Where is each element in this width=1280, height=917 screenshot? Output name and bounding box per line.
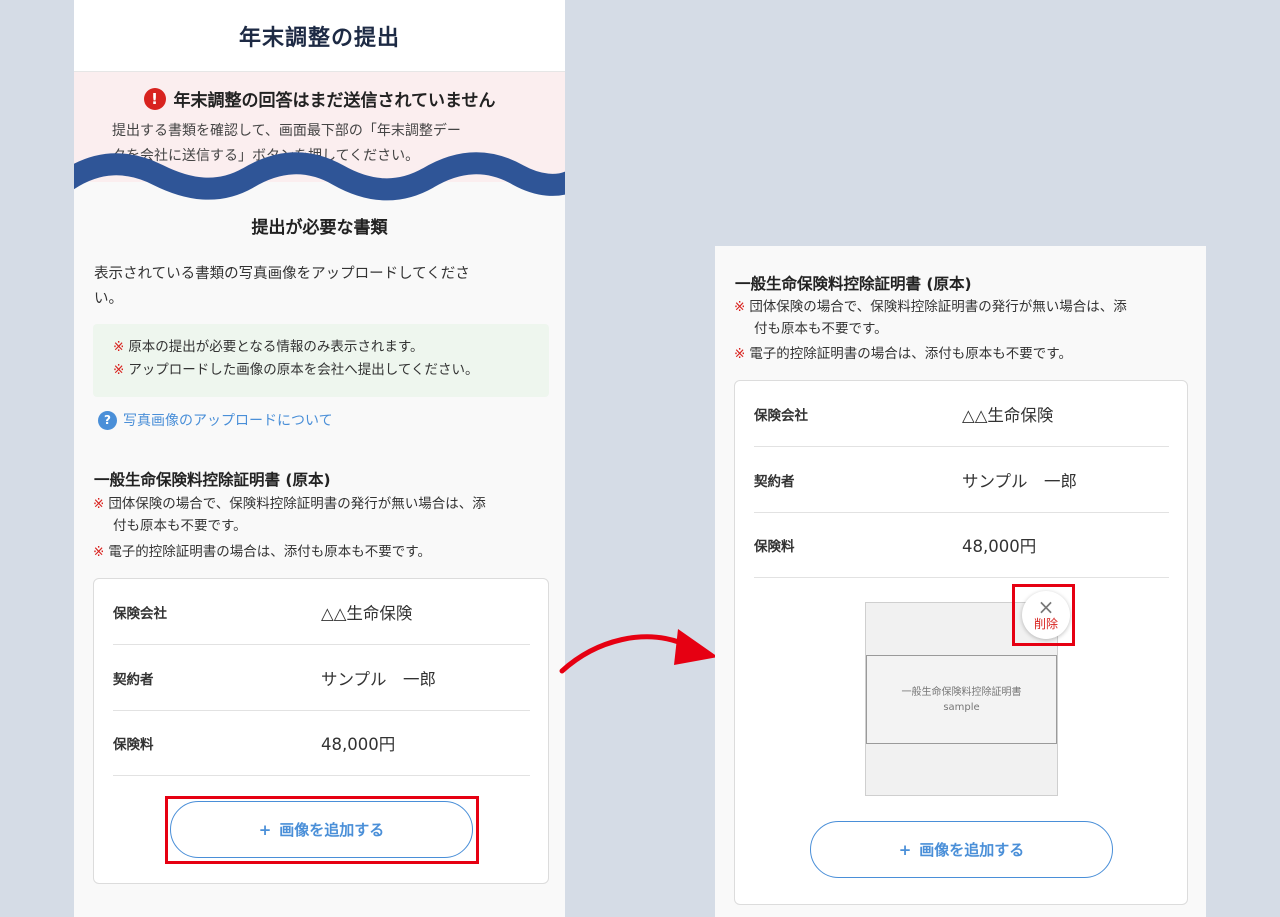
info-row-policyholder: 契約者 サンプル 一郎 [113, 645, 530, 711]
question-icon: ? [98, 410, 117, 430]
row-value: △△生命保険 [321, 603, 413, 623]
document-title: 一般生命保険料控除証明書 (原本) [735, 275, 972, 293]
info-note-box: ※ 原本の提出が必要となる情報のみ表示されます。 ※ アップロードした画像の原本を会… [93, 324, 549, 397]
document-note-1: ※ 団体保険の場合で、保険料控除証明書の発行が無い場合は、添 付も原本も不要です。 [734, 296, 1127, 340]
asterisk-mark: ※ [113, 362, 125, 378]
sample-document-image: 一般生命保険料控除証明書 sample [866, 655, 1057, 744]
alert-title-row: ! 年末調整の回答はまだ送信されていません [94, 86, 545, 111]
note-text: 原本の提出が必要となる情報のみ表示されます。 [128, 339, 424, 355]
asterisk-mark: ※ [734, 346, 746, 362]
wave-divider [74, 152, 565, 201]
section-description-line1: 表示されている書類の写真画像をアップロードしてくださ [94, 266, 470, 282]
add-image-label: 画像を追加する [919, 841, 1025, 859]
document-note-2-text: 電子的控除証明書の場合は、添付も原本も不要です。 [108, 544, 431, 560]
add-image-button[interactable]: + 画像を追加する [810, 821, 1113, 878]
row-label: 保険料 [754, 539, 795, 555]
document-card: 保険会社 △△生命保険 契約者 サンプル 一郎 保険料 48,000円 一般生命… [734, 380, 1188, 905]
document-note-2-text: 電子的控除証明書の場合は、添付も原本も不要です。 [749, 346, 1072, 362]
row-value: 48,000円 [321, 735, 396, 754]
note-item: ※ 原本の提出が必要となる情報のみ表示されます。 [113, 336, 549, 359]
info-row-policyholder: 契約者 サンプル 一郎 [754, 447, 1169, 513]
exclamation-icon: ! [143, 87, 166, 110]
document-title: 一般生命保険料控除証明書 (原本) [94, 471, 331, 489]
row-value: サンプル 一郎 [962, 471, 1078, 491]
section-title: 提出が必要な書類 [251, 218, 388, 238]
document-note-2: ※ 電子的控除証明書の場合は、添付も原本も不要です。 [93, 541, 431, 563]
asterisk-mark: ※ [113, 339, 125, 355]
row-label: 契約者 [754, 473, 795, 490]
highlight-box-add-button [165, 796, 479, 864]
document-note-1-line1: 団体保険の場合で、保険料控除証明書の発行が無い場合は、添 [749, 299, 1127, 315]
help-link[interactable]: ? 写真画像のアップロードについて [98, 410, 333, 430]
right-panel: 一般生命保険料控除証明書 (原本) ※ 団体保険の場合で、保険料控除証明書の発行が… [715, 246, 1206, 917]
note-text: アップロードした画像の原本を会社へ提出してください。 [128, 362, 479, 378]
document-note-1-line2: 付も原本も不要です。 [754, 321, 888, 337]
highlight-box-delete-button [1012, 584, 1075, 646]
section-description-line2: い。 [94, 291, 123, 307]
page-header: 年末調整の提出 [74, 0, 565, 72]
info-row-premium: 保険料 48,000円 [754, 513, 1169, 578]
document-note-1-line2: 付も原本も不要です。 [113, 518, 247, 534]
image-caption: 一般生命保険料控除証明書 [901, 686, 1022, 698]
section-description: 表示されている書類の写真画像をアップロードしてくださ い。 [94, 262, 549, 312]
row-value: 48,000円 [962, 537, 1037, 556]
document-note-1: ※ 団体保険の場合で、保険料控除証明書の発行が無い場合は、添 付も原本も不要です。 [93, 493, 486, 537]
left-panel: 年末調整の提出 ! 年末調整の回答はまだ送信されていません 提出する書類を確認し… [74, 0, 565, 917]
asterisk-mark: ※ [93, 496, 105, 512]
info-row-premium: 保険料 48,000円 [113, 711, 530, 776]
image-caption-sample: sample [943, 701, 980, 713]
row-value: サンプル 一郎 [321, 669, 437, 689]
arrow-icon [559, 629, 718, 674]
document-note-1-line1: 団体保険の場合で、保険料控除証明書の発行が無い場合は、添 [108, 496, 486, 512]
note-item: ※ アップロードした画像の原本を会社へ提出してください。 [113, 359, 549, 382]
row-label: 保険会社 [113, 605, 167, 622]
plus-icon: + [898, 840, 912, 859]
document-note-2: ※ 電子的控除証明書の場合は、添付も原本も不要です。 [734, 343, 1072, 365]
help-link-text[interactable]: 写真画像のアップロードについて [123, 410, 333, 430]
info-row-insurer: 保険会社 △△生命保険 [754, 381, 1169, 447]
page-title: 年末調整の提出 [238, 25, 400, 51]
row-label: 保険会社 [754, 407, 808, 424]
asterisk-mark: ※ [734, 299, 746, 315]
alert-title: 年末調整の回答はまだ送信されていません [173, 91, 496, 111]
row-label: 保険料 [113, 737, 154, 753]
asterisk-mark: ※ [93, 544, 105, 560]
row-label: 契約者 [113, 671, 154, 688]
row-value: △△生命保険 [962, 405, 1054, 425]
info-row-insurer: 保険会社 △△生命保険 [113, 579, 530, 645]
